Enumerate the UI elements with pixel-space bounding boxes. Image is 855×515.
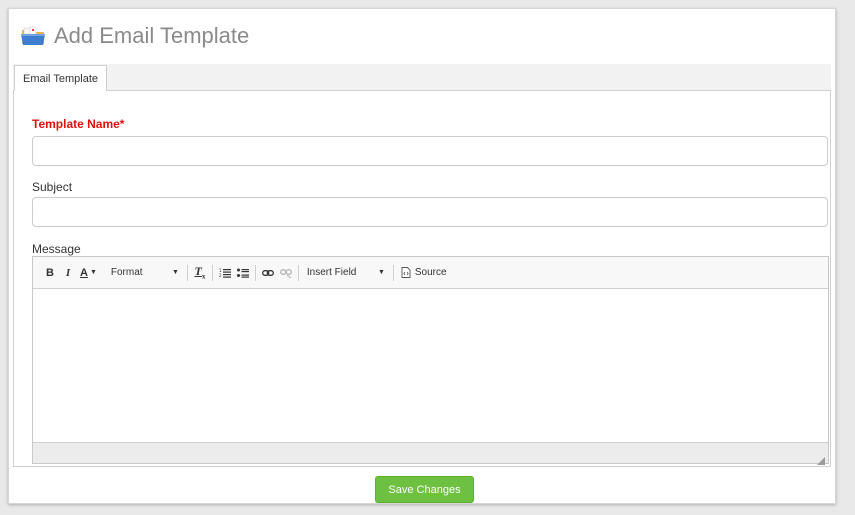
italic-button[interactable]: I: [59, 263, 77, 283]
toolbar-divider: [297, 264, 299, 281]
source-icon: [401, 267, 411, 278]
chevron-down-icon: ▼: [377, 269, 385, 276]
subject-label: Subject: [32, 180, 73, 194]
tab-bar: Email Template: [13, 64, 831, 92]
message-content-area[interactable]: [33, 289, 828, 442]
bulleted-list-icon: [236, 268, 249, 278]
text-color-icon: A: [80, 266, 88, 279]
text-color-button[interactable]: A ▼: [77, 263, 100, 283]
format-dropdown-label: Format: [110, 267, 143, 278]
chevron-down-icon: ▼: [171, 269, 179, 276]
remove-format-icon: Tx: [194, 264, 206, 281]
format-dropdown[interactable]: Format ▼: [106, 263, 184, 283]
link-button[interactable]: [259, 263, 277, 283]
chevron-down-icon: ▼: [89, 269, 97, 276]
template-name-label: Template Name*: [32, 117, 125, 131]
remove-format-button[interactable]: Tx: [191, 263, 209, 283]
numbered-list-button[interactable]: 1 2: [216, 263, 234, 283]
bold-button[interactable]: B: [41, 263, 59, 283]
unlink-icon: [279, 268, 292, 278]
save-changes-button[interactable]: Save Changes: [375, 476, 474, 503]
insert-field-dropdown[interactable]: Insert Field ▼: [302, 263, 390, 283]
tab-panel: Template Name* Subject Message B I A ▼ F…: [13, 91, 831, 467]
editor-status-bar: [33, 442, 828, 465]
insert-field-dropdown-label: Insert Field: [306, 267, 357, 278]
page-header: Add Email Template: [21, 21, 249, 51]
editor-toolbar: B I A ▼ Format ▼ Tx 1 2 Insert Field ▼ S…: [33, 257, 828, 289]
toolbar-divider: [254, 264, 256, 281]
numbered-list-icon: 1 2: [219, 268, 231, 278]
link-icon: [261, 269, 274, 276]
bulleted-list-button[interactable]: [234, 263, 252, 283]
unlink-button[interactable]: [277, 263, 295, 283]
toolbar-divider: [211, 264, 213, 281]
toolbar-divider: [392, 264, 394, 281]
source-button-label: Source: [414, 267, 447, 278]
template-name-input[interactable]: [32, 136, 828, 166]
page-title: Add Email Template: [54, 23, 250, 48]
message-editor: B I A ▼ Format ▼ Tx 1 2 Insert Field ▼ S…: [32, 256, 829, 465]
email-template-card: Add Email Template Email Template Templa…: [8, 8, 836, 504]
svg-text:2: 2: [219, 273, 222, 278]
tab-email-template[interactable]: Email Template: [14, 65, 107, 92]
folder-icon: [21, 26, 45, 46]
resize-grip-icon[interactable]: [817, 452, 825, 465]
subject-input[interactable]: [32, 197, 828, 227]
toolbar-divider: [186, 264, 188, 281]
message-label: Message: [32, 242, 81, 256]
source-button[interactable]: Source: [397, 263, 451, 283]
